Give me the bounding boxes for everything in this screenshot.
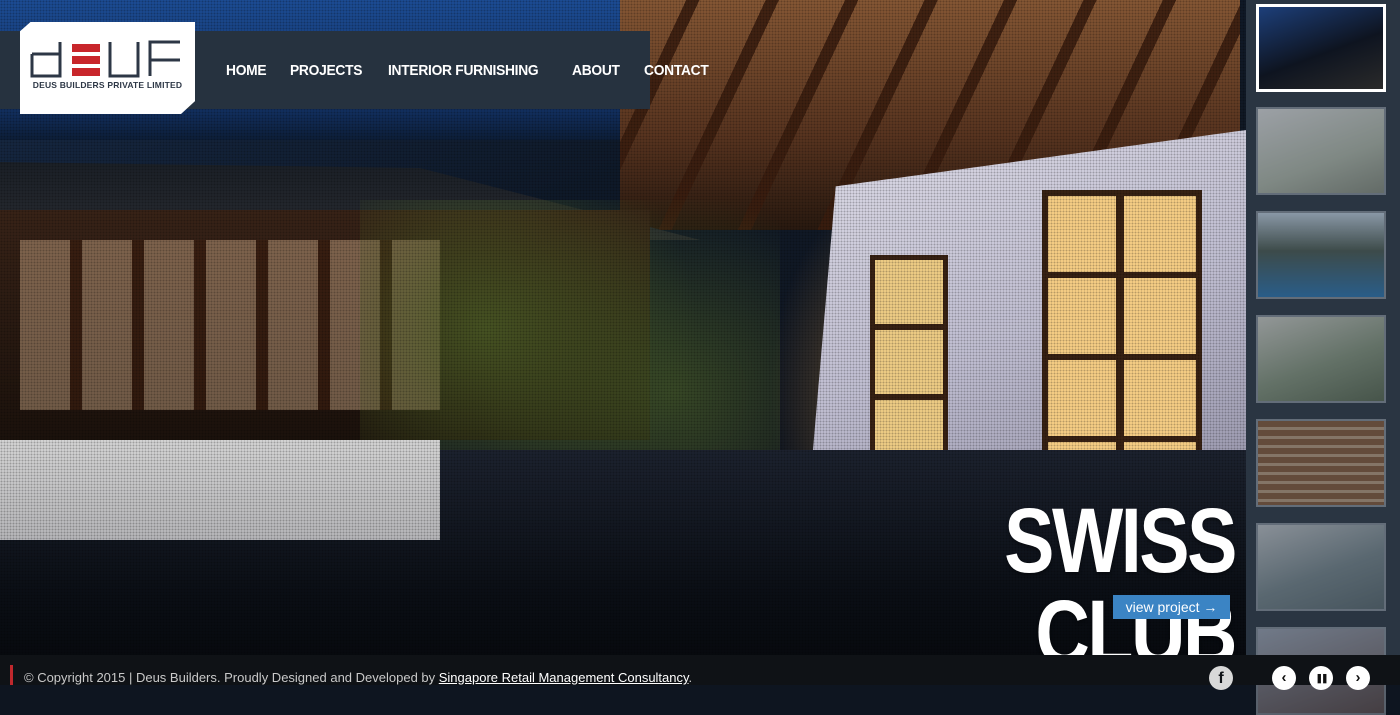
thumbnail-1[interactable] [1256, 4, 1386, 92]
copyright-text: © Copyright 2015 | Deus Builders. Proudl… [24, 670, 692, 685]
nav-home[interactable]: HOME [226, 62, 267, 79]
view-project-button[interactable]: view project → [1113, 595, 1230, 619]
developer-link[interactable]: Singapore Retail Management Consultancy [439, 670, 689, 685]
thumbnail-strip [1246, 0, 1400, 715]
nav-interior-furnishing[interactable]: INTERIOR FURNISHING [388, 62, 539, 79]
main-nav: HOME PROJECTS INTERIOR FURNISHING ABOUT … [226, 31, 734, 109]
next-arrow-icon[interactable]: › [1346, 666, 1370, 690]
slide-title: SWISS CLUB [1004, 490, 1237, 684]
footer-accent-bar [10, 665, 13, 685]
copyright-prefix: © Copyright 2015 | Deus Builders. Proudl… [24, 670, 439, 685]
copyright-suffix: . [688, 670, 693, 685]
thumbnail-4[interactable] [1256, 315, 1386, 403]
nav-projects[interactable]: PROJECTS [290, 62, 362, 79]
logo[interactable]: DEUS BUILDERS PRIVATE LIMITED [20, 22, 195, 114]
nav-about[interactable]: ABOUT [572, 62, 620, 79]
logo-text: DEUS BUILDERS PRIVATE LIMITED [32, 80, 183, 90]
logo-mark-icon [30, 40, 180, 78]
thumbnail-6[interactable] [1256, 523, 1386, 611]
thumbnail-2[interactable] [1256, 107, 1386, 195]
thumbnail-5[interactable] [1256, 419, 1386, 507]
pause-icon[interactable]: ❚❚ [1309, 666, 1333, 690]
thumbnail-3[interactable] [1256, 211, 1386, 299]
nav-contact[interactable]: CONTACT [644, 62, 709, 79]
prev-arrow-icon[interactable]: ‹ [1272, 666, 1296, 690]
facebook-icon[interactable]: f [1209, 666, 1233, 690]
footer: © Copyright 2015 | Deus Builders. Proudl… [0, 655, 1400, 690]
